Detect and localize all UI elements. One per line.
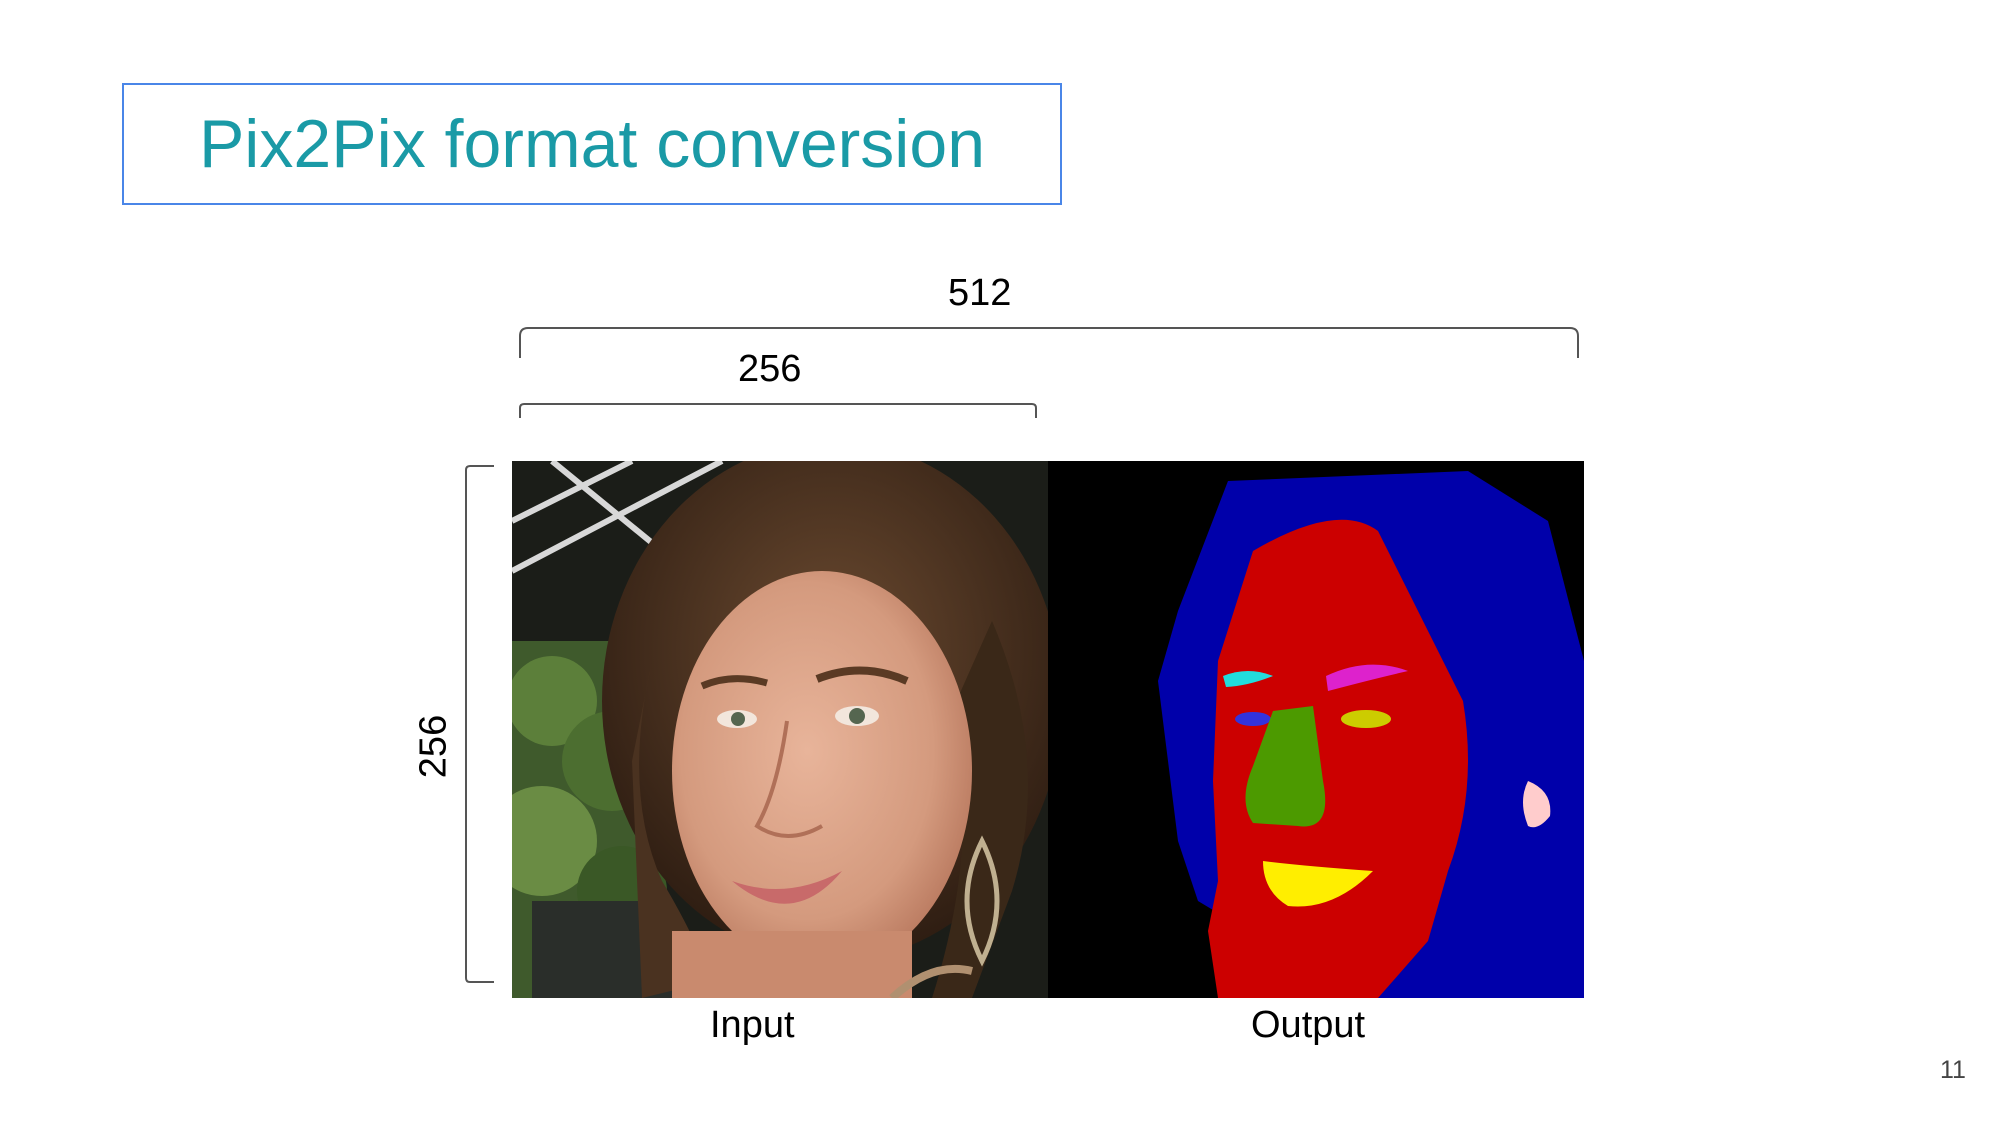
bracket-256-horizontal: [519, 403, 1037, 418]
input-caption: Input: [710, 1004, 795, 1046]
page-number: 11: [1940, 1056, 1966, 1084]
bracket-256-vertical: [465, 465, 494, 983]
bracket-512: [519, 327, 1579, 358]
output-segmentation-map: [1048, 461, 1584, 998]
width-512-label: 512: [948, 272, 1012, 314]
height-256-label: 256: [412, 714, 455, 779]
width-256-label: 256: [738, 348, 802, 390]
output-caption: Output: [1251, 1004, 1366, 1046]
input-face-photo: [512, 461, 1048, 998]
